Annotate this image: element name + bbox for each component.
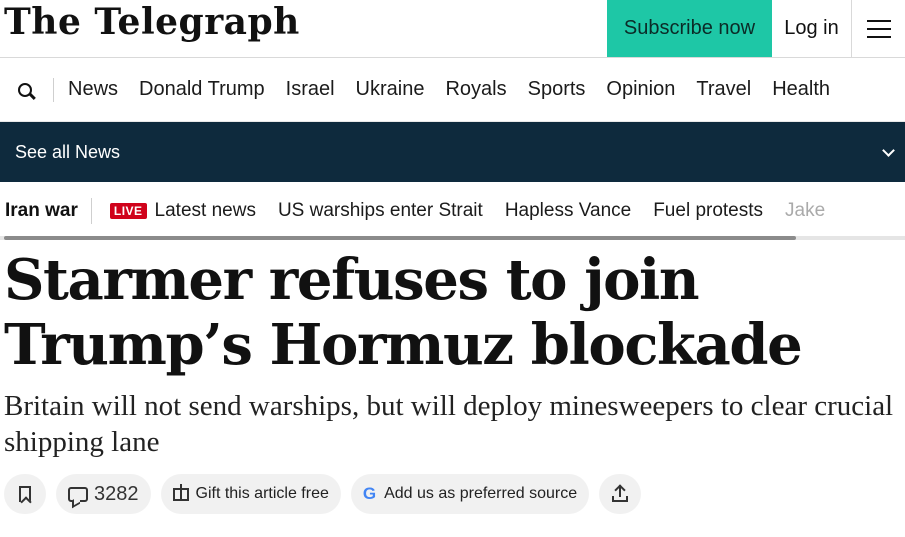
gift-article-button[interactable]: Gift this article free: [160, 474, 341, 514]
subscribe-button[interactable]: Subscribe now: [607, 0, 772, 57]
search-icon: [18, 82, 32, 97]
telegraph-logo[interactable]: The Telegraph: [4, 2, 300, 42]
topic-hapless-vance[interactable]: Hapless Vance: [505, 200, 631, 222]
nav-item-travel[interactable]: Travel: [696, 78, 751, 101]
comment-icon: [68, 486, 88, 502]
menu-button[interactable]: [852, 0, 905, 57]
nav-item-royals[interactable]: Royals: [445, 78, 506, 101]
preferred-source-label: Add us as preferred source: [384, 485, 578, 502]
topic-fuel-protests[interactable]: Fuel protests: [653, 200, 763, 222]
article-actions: 3282 Gift this article free G Add us as …: [0, 474, 905, 514]
search-button[interactable]: [0, 75, 50, 105]
topic-us-warships[interactable]: US warships enter Strait: [278, 200, 483, 222]
scrollbar-thumb[interactable]: [4, 236, 796, 240]
share-icon: [612, 486, 629, 502]
topic-bar: Iran war LIVE Latest news US warships en…: [0, 182, 905, 240]
hamburger-icon: [866, 19, 891, 38]
login-button[interactable]: Log in: [772, 0, 852, 57]
preferred-source-button[interactable]: G Add us as preferred source: [350, 474, 590, 514]
comments-button[interactable]: 3282: [56, 474, 151, 514]
google-icon: G: [362, 484, 377, 503]
nav-item-health[interactable]: Health: [772, 78, 830, 101]
topic-divider: [90, 198, 92, 224]
gift-icon: [172, 483, 189, 501]
nav-divider: [53, 77, 54, 102]
topic-latest-news[interactable]: Latest news: [155, 200, 256, 222]
nav-item-opinion[interactable]: Opinion: [606, 78, 675, 101]
live-badge: LIVE: [109, 203, 147, 219]
topic-iran-war[interactable]: Iran war: [5, 200, 78, 222]
nav-item-israel[interactable]: Israel: [286, 78, 335, 101]
chevron-down-icon: [882, 143, 895, 157]
nav-item-news[interactable]: News: [68, 78, 118, 101]
article-standfirst: Britain will not send warships, but will…: [4, 390, 894, 458]
topic-scrollbar[interactable]: [0, 236, 905, 240]
nav-item-ukraine[interactable]: Ukraine: [356, 78, 425, 101]
gift-label: Gift this article free: [195, 485, 329, 502]
see-all-news-bar[interactable]: See all News: [0, 122, 905, 182]
main-nav: News Donald Trump Israel Ukraine Royals …: [0, 58, 905, 122]
see-all-news-label: See all News: [15, 141, 121, 162]
comment-count: 3282: [94, 482, 139, 505]
share-button[interactable]: [599, 474, 642, 514]
nav-item-sports[interactable]: Sports: [528, 78, 586, 101]
bookmark-icon: [19, 486, 31, 502]
article-headline: Starmer refuses to join Trump’s Hormuz b…: [4, 247, 803, 378]
nav-item-donald-trump[interactable]: Donald Trump: [139, 78, 265, 101]
topic-jake[interactable]: Jake: [785, 200, 825, 222]
bookmark-button[interactable]: [4, 474, 46, 514]
site-header: The Telegraph Subscribe now Log in: [0, 0, 905, 58]
